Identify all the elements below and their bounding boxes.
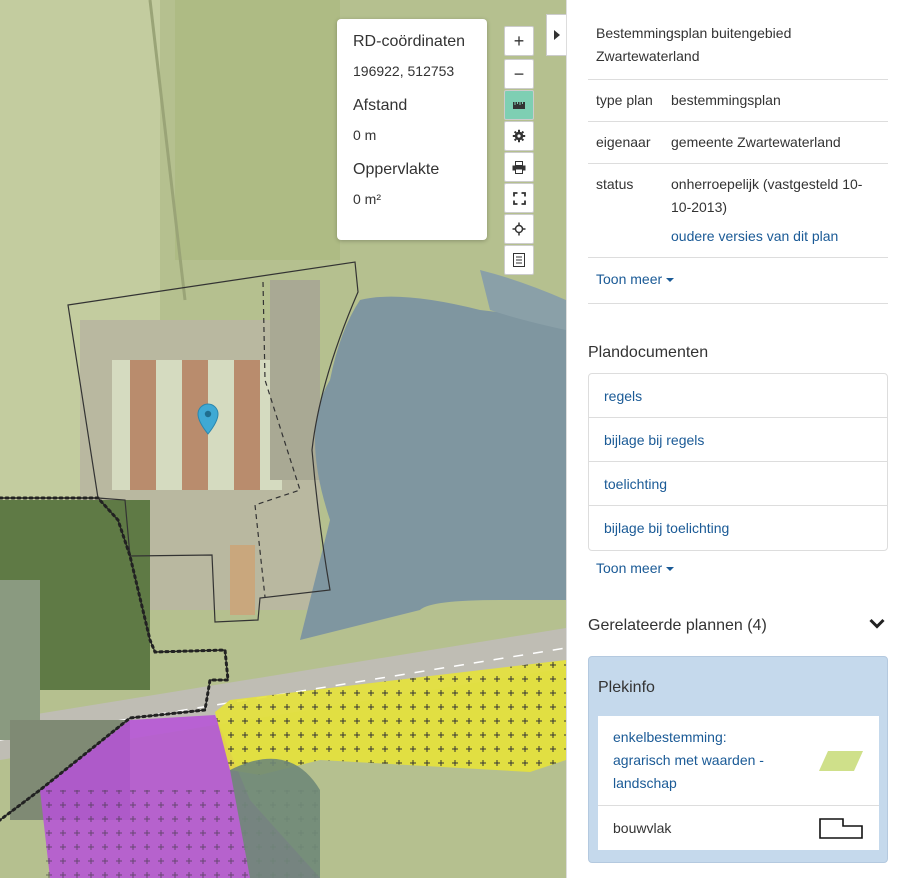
related-plans-heading[interactable]: Gerelateerde plannen (4) xyxy=(588,617,767,635)
map-toolbar: + − xyxy=(504,26,534,276)
info-row-status: status onherroepelijk (vastgesteld 10-10… xyxy=(588,163,888,257)
plek-item-agrarisch[interactable]: enkelbestemming: agrarisch met waarden -… xyxy=(598,716,879,806)
measure-button[interactable] xyxy=(504,90,534,120)
gear-icon xyxy=(512,129,526,143)
info-key: status xyxy=(596,176,634,192)
coordinates-label: RD-coördinaten xyxy=(353,33,466,50)
bouwvlak-legend-icon xyxy=(819,818,863,839)
distance-value: 0 m xyxy=(353,127,377,143)
info-value: onherroepelijk (vastgesteld 10-10-2013) xyxy=(671,176,863,215)
document-link-bijlage-regels[interactable]: bijlage bij regels xyxy=(589,418,887,462)
map-view[interactable]: RD-coördinaten 196922, 512753 Afstand 0 … xyxy=(0,0,566,878)
minus-icon: − xyxy=(513,63,525,84)
plek-item-label: bouwvlak xyxy=(613,819,672,836)
documents-list: regels bijlage bij regels toelichting bi… xyxy=(588,373,888,551)
info-value: gemeente Zwartewaterland xyxy=(671,134,841,150)
area-value: 0 m² xyxy=(353,191,381,207)
document-link-regels[interactable]: regels xyxy=(589,374,887,418)
plan-info-table: type plan bestemmingsplan eigenaar gemee… xyxy=(588,79,888,304)
zoom-out-button[interactable]: − xyxy=(504,59,534,89)
crosshair-icon xyxy=(512,222,526,236)
agrarisch-legend-swatch-icon xyxy=(819,750,863,771)
caret-down-icon xyxy=(666,567,675,572)
info-row-owner: eigenaar gemeente Zwartewaterland xyxy=(588,121,888,163)
toon-meer-info-link[interactable]: Toon meer xyxy=(596,268,675,291)
plekinfo-heading: Plekinfo xyxy=(598,679,655,696)
fullscreen-button[interactable] xyxy=(504,183,534,213)
plus-icon: + xyxy=(513,30,525,51)
list-icon xyxy=(513,253,525,267)
expand-icon xyxy=(512,191,526,205)
plekinfo-box: Plekinfo enkelbestemming: agrarisch met … xyxy=(588,656,888,863)
printer-icon xyxy=(512,160,526,174)
older-versions-link[interactable]: oudere versies van dit plan xyxy=(671,225,880,248)
plek-item-label[interactable]: enkelbestemming: agrarisch met waarden -… xyxy=(613,726,818,795)
settings-button[interactable] xyxy=(504,121,534,151)
chevron-right-icon xyxy=(553,30,560,40)
info-key: eigenaar xyxy=(596,134,651,150)
collapse-panel-button[interactable] xyxy=(546,14,566,56)
locate-button[interactable] xyxy=(504,214,534,244)
caret-down-icon xyxy=(666,278,675,283)
info-value: bestemmingsplan xyxy=(671,92,781,108)
measure-info-panel: RD-coördinaten 196922, 512753 Afstand 0 … xyxy=(337,19,487,240)
toon-meer-label: Toon meer xyxy=(596,271,663,287)
info-key: type plan xyxy=(596,92,653,108)
plekinfo-list: enkelbestemming: agrarisch met waarden -… xyxy=(598,716,879,850)
document-link-bijlage-toelichting[interactable]: bijlage bij toelichting xyxy=(589,506,887,550)
print-button[interactable] xyxy=(504,152,534,182)
distance-label: Afstand xyxy=(353,97,408,114)
area-label: Oppervlakte xyxy=(353,161,440,178)
document-link-toelichting[interactable]: toelichting xyxy=(589,462,887,506)
chevron-down-icon[interactable] xyxy=(869,618,885,630)
coordinates-value: 196922, 512753 xyxy=(353,63,455,79)
plan-info-panel: Bestemmingsplan buitengebied Zwartewater… xyxy=(566,0,897,878)
documents-heading: Plandocumenten xyxy=(588,344,709,361)
plek-item-bouwvlak: bouwvlak xyxy=(598,806,879,850)
toon-meer-row: Toon meer xyxy=(588,257,888,304)
zoom-in-button[interactable]: + xyxy=(504,26,534,56)
toon-meer-documents-link[interactable]: Toon meer xyxy=(596,560,675,576)
toon-meer-label: Toon meer xyxy=(596,560,663,576)
ruler-icon xyxy=(513,102,525,109)
info-row-type: type plan bestemmingsplan xyxy=(588,79,888,121)
plan-title: Bestemmingsplan buitengebied Zwartewater… xyxy=(596,25,792,64)
legend-button[interactable] xyxy=(504,245,534,275)
